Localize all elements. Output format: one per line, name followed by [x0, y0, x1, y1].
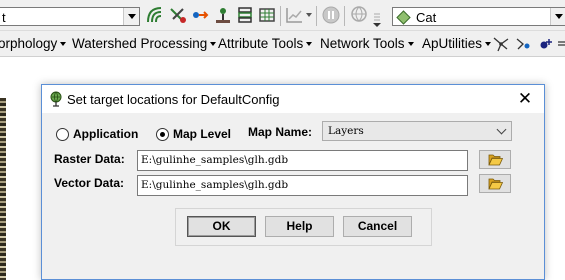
chart-icon[interactable] [284, 5, 304, 25]
menu-network-tools[interactable]: Network Tools [320, 36, 414, 51]
menu-attribute-tools[interactable]: Attribute Tools [218, 36, 313, 51]
dialog-titlebar[interactable]: Set target locations for DefaultConfig ✕ [42, 85, 544, 113]
map-name-value: Layers [328, 125, 364, 137]
toolbar-separator [344, 6, 345, 26]
tools-icon[interactable] [168, 5, 188, 25]
menu-toolbar: orphology Watershed Processing Attribute… [0, 31, 565, 57]
toolbar-separator [280, 6, 281, 26]
map-canvas-edge [0, 98, 6, 280]
chevron-down-icon [210, 42, 217, 46]
vector-data-path: E:\gulinhe_samples\glh.gdb [141, 179, 289, 191]
menu-label: orphology [0, 36, 58, 51]
network-icon[interactable] [492, 35, 510, 53]
radio-circle-selected[interactable] [156, 128, 169, 141]
menu-watershed-processing[interactable]: Watershed Processing [72, 36, 217, 51]
raster-data-path: E:\gulinhe_samples\glh.gdb [141, 154, 289, 166]
more-tools-icon[interactable] [371, 8, 383, 28]
overflow-icon[interactable] [558, 40, 565, 50]
menu-aputilities[interactable]: ApUtilities [422, 36, 492, 51]
help-button[interactable]: Help [265, 216, 334, 237]
vector-data-field[interactable]: E:\gulinhe_samples\glh.gdb [137, 175, 468, 196]
cancel-button[interactable]: Cancel [343, 216, 412, 237]
chevron-down-icon [407, 42, 414, 46]
radio-map-level[interactable]: Map Level [156, 127, 236, 143]
vector-data-label: Vector Data: [54, 176, 125, 190]
pause-icon[interactable] [321, 5, 341, 25]
menu-label: Network Tools [320, 36, 405, 51]
chevron-down-icon [306, 42, 313, 46]
chevron-down-icon [496, 124, 507, 135]
map-name-label: Map Name: [248, 125, 313, 139]
raster-browse-button[interactable] [479, 150, 511, 169]
folder-open-icon [488, 154, 503, 166]
menu-label: ApUtilities [422, 36, 483, 51]
vector-browse-button[interactable] [479, 174, 511, 193]
close-icon[interactable]: ✕ [514, 88, 536, 110]
radio-map-level-label: Map Level [173, 127, 232, 141]
flow-icon[interactable] [190, 5, 210, 25]
raster-data-field[interactable]: E:\gulinhe_samples\glh.gdb [137, 150, 468, 171]
node-add-icon[interactable] [538, 36, 554, 52]
menu-label: Watershed Processing [72, 36, 208, 51]
menu-morphology[interactable]: orphology [0, 36, 67, 51]
raster-data-label: Raster Data: [54, 152, 125, 166]
route-icon[interactable] [515, 36, 531, 52]
toolbar-top: t Cat [0, 0, 565, 31]
layer-stack-icon[interactable] [235, 5, 255, 25]
globe-pin-icon [50, 91, 62, 107]
chevron-down-icon[interactable] [306, 13, 312, 17]
chevron-down-icon [60, 42, 67, 46]
globe-icon[interactable] [349, 5, 369, 25]
radio-application[interactable]: Application [56, 127, 139, 143]
chevron-down-icon[interactable] [550, 8, 565, 25]
watershed-icon[interactable] [145, 5, 165, 25]
menu-label: Attribute Tools [218, 36, 304, 51]
map-name-select[interactable]: Layers [322, 121, 512, 141]
toolbar-separator [316, 6, 317, 26]
chevron-down-icon[interactable] [123, 8, 139, 25]
feature-layer-icon [396, 10, 411, 25]
layer-combo[interactable]: t [0, 7, 140, 26]
ok-button[interactable]: OK [187, 216, 256, 237]
dialog-title: Set target locations for DefaultConfig [67, 92, 280, 107]
chevron-down-icon [485, 42, 492, 46]
feature-combo[interactable]: Cat [392, 7, 565, 26]
layer-combo-value: t [2, 10, 6, 25]
set-target-locations-dialog: Set target locations for DefaultConfig ✕… [41, 84, 545, 280]
radio-application-label: Application [73, 127, 139, 141]
point-icon[interactable] [213, 5, 233, 25]
folder-open-icon [488, 178, 503, 190]
feature-combo-value: Cat [416, 10, 437, 25]
radio-circle[interactable] [56, 128, 69, 141]
grid-layers-icon[interactable] [257, 5, 277, 25]
